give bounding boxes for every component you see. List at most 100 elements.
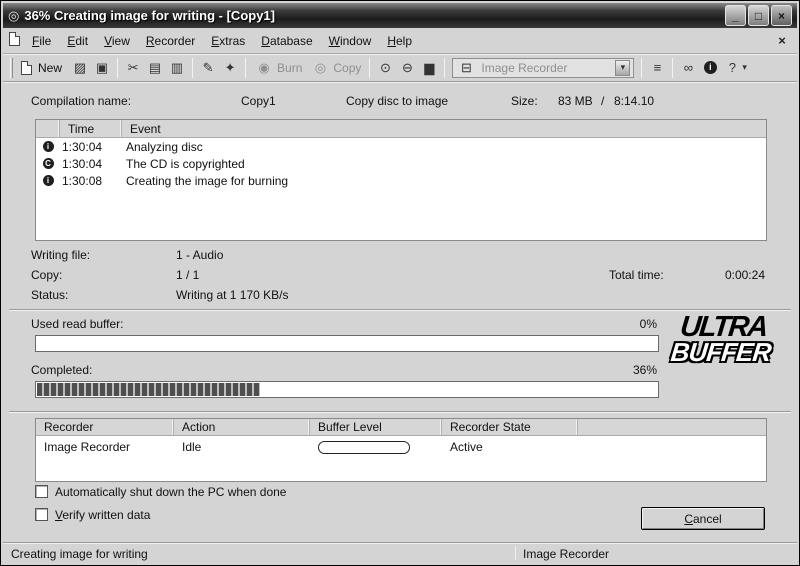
wizard-icon[interactable]: ✦: [220, 58, 240, 78]
logo-line2: BUFFER: [658, 340, 783, 365]
open-icon[interactable]: ▨: [70, 58, 90, 78]
recorder-name: Image Recorder: [36, 440, 174, 454]
cancel-button[interactable]: Cancel: [641, 507, 765, 530]
size-label: Size:: [511, 94, 538, 108]
maximize-button[interactable]: □: [748, 5, 769, 26]
shutdown-checkbox[interactable]: [35, 485, 48, 498]
burn-label: Burn: [277, 61, 302, 75]
copy-icon[interactable]: ▤: [145, 58, 165, 78]
menu-recorder[interactable]: Recorder: [138, 31, 203, 51]
paste-icon[interactable]: ▥: [167, 58, 187, 78]
buffer-level-bar: [318, 441, 410, 454]
info-icon: i: [43, 141, 54, 152]
document-icon: [9, 32, 20, 49]
toolbar-separator: [245, 58, 246, 78]
menu-extras[interactable]: Extras: [203, 31, 253, 51]
menu-window[interactable]: Window: [321, 31, 380, 51]
log-event: Creating the image for burning: [122, 174, 766, 188]
status-label: Status:: [31, 288, 68, 302]
verify-checkbox-label[interactable]: Verify written data: [55, 508, 150, 522]
application-window: ◎ 36% Creating image for writing - [Copy…: [0, 0, 800, 566]
search-icon[interactable]: ∞: [678, 58, 698, 78]
cancel-button-label: Cancel: [684, 512, 721, 526]
cut-icon[interactable]: ✂: [123, 58, 143, 78]
recorder-state: Active: [442, 440, 578, 454]
list-view-icon[interactable]: ≡: [647, 58, 667, 78]
size-separator: /: [601, 94, 604, 108]
toolbar-grip[interactable]: [10, 58, 13, 78]
menu-help[interactable]: Help: [379, 31, 420, 51]
new-document-icon: [21, 61, 32, 75]
log-time: 1:30:04: [60, 157, 122, 171]
log-row: C 1:30:04 The CD is copyrighted: [36, 155, 766, 172]
event-log[interactable]: Time Event i 1:30:04 Analyzing disc C 1:…: [35, 119, 767, 241]
copyright-icon: C: [43, 158, 54, 169]
copy-count-value: 1 / 1: [176, 268, 199, 282]
total-time-value: 0:00:24: [725, 268, 765, 282]
recorder-select[interactable]: ⊟ Image Recorder ▾: [452, 58, 634, 78]
empty-column-header: [578, 419, 766, 435]
menubar: File Edit View Recorder Extras Database …: [3, 28, 797, 54]
event-column-header[interactable]: Event: [122, 120, 766, 137]
info-circle-icon: i: [704, 61, 717, 74]
total-time-label: Total time:: [609, 268, 664, 282]
help-icon[interactable]: ?: [722, 58, 742, 78]
statusbar-divider: [515, 546, 516, 560]
menu-edit[interactable]: Edit: [59, 31, 96, 51]
speed-test-icon[interactable]: ▆: [419, 58, 439, 78]
menu-view[interactable]: View: [96, 31, 138, 51]
compilation-name-label: Compilation name:: [31, 94, 131, 108]
help-chevron-icon[interactable]: ▾: [742, 62, 747, 73]
recorder-state-column-header[interactable]: Recorder State: [442, 419, 578, 435]
recorder-action: Idle: [174, 440, 310, 454]
action-column-header[interactable]: Action: [174, 419, 310, 435]
new-compilation-button[interactable]: New: [18, 58, 68, 78]
shutdown-checkbox-label[interactable]: Automatically shut down the PC when done: [55, 485, 286, 499]
copy-count-label: Copy:: [31, 268, 62, 282]
recorder-table[interactable]: Recorder Action Buffer Level Recorder St…: [35, 418, 767, 482]
save-icon[interactable]: ▣: [92, 58, 112, 78]
info-icon[interactable]: i: [700, 58, 720, 78]
close-button[interactable]: ×: [771, 5, 792, 26]
log-row: i 1:30:04 Analyzing disc: [36, 138, 766, 155]
info-icon: i: [43, 175, 54, 186]
compilation-mode: Copy disc to image: [346, 94, 448, 108]
writing-file-label: Writing file:: [31, 248, 90, 262]
app-icon: ◎: [8, 9, 19, 22]
menu-file[interactable]: File: [24, 31, 59, 51]
document-close-icon[interactable]: ×: [773, 32, 791, 50]
window-controls: _ □ ×: [725, 5, 792, 26]
compilation-properties-icon[interactable]: ✎: [198, 58, 218, 78]
toolbar-separator: [192, 58, 193, 78]
new-label: New: [35, 61, 65, 75]
read-buffer-percent: 0%: [640, 317, 657, 331]
verify-checkbox[interactable]: [35, 508, 48, 521]
log-row: i 1:30:08 Creating the image for burning: [36, 172, 766, 189]
recorder-column-header[interactable]: Recorder: [36, 419, 174, 435]
chevron-down-icon[interactable]: ▾: [615, 60, 630, 76]
disc-info-icon[interactable]: ⊙: [375, 58, 395, 78]
recorder-table-header: Recorder Action Buffer Level Recorder St…: [36, 419, 766, 436]
icon-column-header[interactable]: [36, 120, 60, 137]
event-log-header: Time Event: [36, 120, 766, 138]
table-row[interactable]: Image Recorder Idle Active: [36, 436, 766, 458]
titlebar[interactable]: ◎ 36% Creating image for writing - [Copy…: [3, 3, 797, 28]
statusbar-recorder: Image Recorder: [523, 547, 609, 561]
buffer-level-column-header[interactable]: Buffer Level: [310, 419, 442, 435]
statusbar: Creating image for writing Image Recorde…: [3, 542, 797, 563]
read-buffer-progressbar: [35, 335, 659, 352]
minimize-button[interactable]: _: [725, 5, 746, 26]
log-event: The CD is copyrighted: [122, 157, 766, 171]
toolbar-separator: [117, 58, 118, 78]
section-divider: [9, 309, 791, 311]
menu-database[interactable]: Database: [253, 31, 320, 51]
read-buffer-label: Used read buffer:: [31, 317, 124, 331]
statusbar-message: Creating image for writing: [11, 547, 148, 561]
window-title: 36% Creating image for writing - [Copy1]: [24, 8, 275, 23]
ultrabuffer-logo: ULTRA BUFFER: [658, 315, 785, 364]
time-column-header[interactable]: Time: [60, 120, 122, 137]
completed-label: Completed:: [31, 363, 92, 377]
size-value: 83 MB: [558, 94, 593, 108]
eject-icon[interactable]: ⊖: [397, 58, 417, 78]
compilation-name-value: Copy1: [241, 94, 276, 108]
